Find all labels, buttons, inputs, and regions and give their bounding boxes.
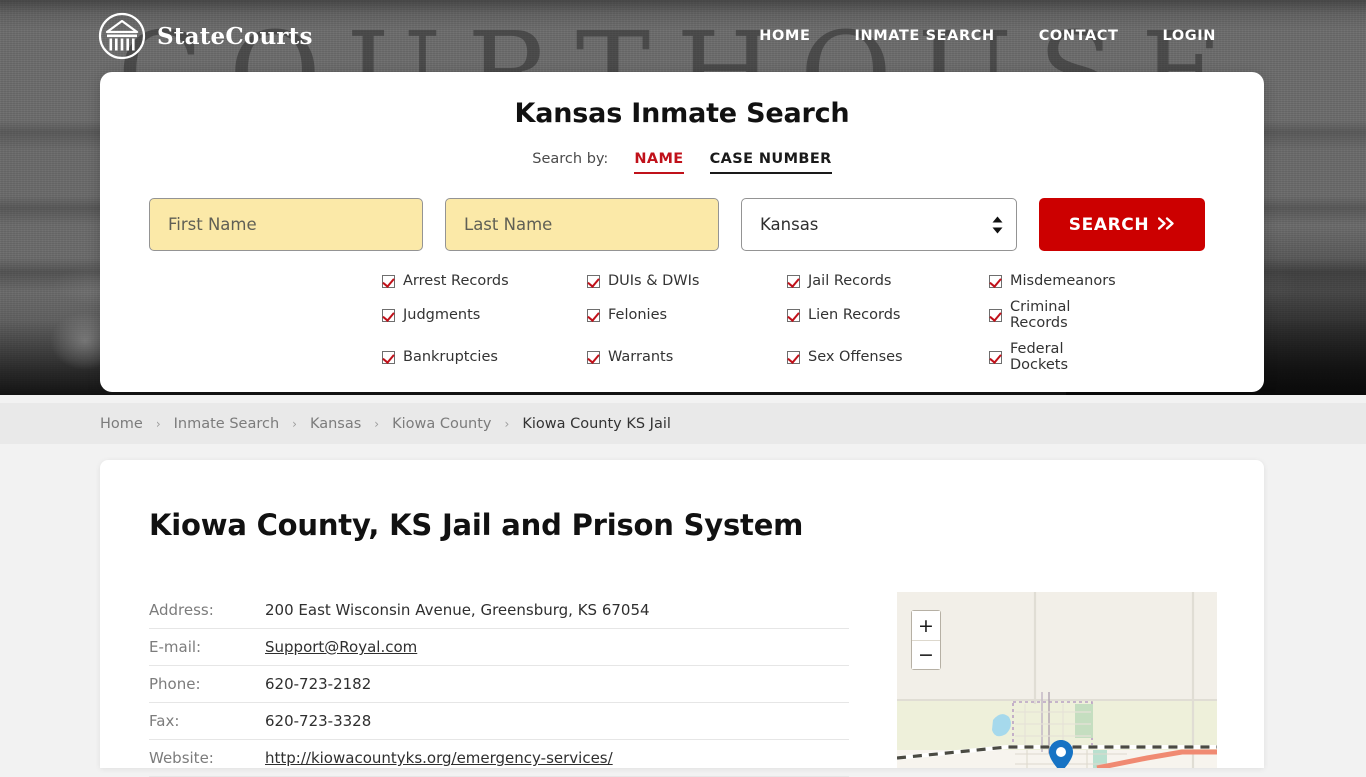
checkbox-checked-icon: [989, 308, 1002, 322]
nav-item-contact[interactable]: CONTACT: [1039, 28, 1119, 44]
info-value-phone: 620-723-2182: [265, 665, 849, 703]
site-header-hero: COURTHOUSE StateCourts HOME INMATE S: [0, 0, 1366, 395]
last-name-input[interactable]: [445, 198, 719, 251]
minus-icon[interactable]: −: [912, 640, 940, 669]
chevron-right-icon: ›: [374, 416, 380, 431]
info-key: E-mail:: [149, 628, 265, 666]
record-type-item[interactable]: Criminal Records: [989, 299, 1116, 331]
email-link[interactable]: Support@Royal.com: [265, 638, 417, 656]
tab-name[interactable]: NAME: [634, 151, 684, 174]
chevron-right-icon: ›: [155, 416, 161, 431]
facility-info-table: Address: 200 East Wisconsin Avenue, Gree…: [149, 592, 849, 777]
table-row: Website: http://kiowacountyks.org/emerge…: [149, 739, 849, 777]
map-zoom-controls: + −: [911, 610, 941, 670]
main-nav: HOME INMATE SEARCH CONTACT LOGIN: [759, 28, 1216, 44]
record-type-label: Felonies: [608, 307, 668, 323]
checkbox-checked-icon: [382, 274, 395, 288]
record-type-item[interactable]: Sex Offenses: [787, 341, 989, 373]
search-button[interactable]: SEARCH: [1039, 198, 1205, 251]
checkbox-checked-icon: [382, 350, 395, 364]
checkbox-checked-icon: [587, 274, 600, 288]
record-type-label: Warrants: [608, 349, 674, 365]
record-type-item[interactable]: Lien Records: [787, 299, 989, 331]
info-value-website: http://kiowacountyks.org/emergency-servi…: [265, 739, 849, 777]
website-link[interactable]: http://kiowacountyks.org/emergency-servi…: [265, 749, 613, 767]
checkbox-checked-icon: [787, 274, 800, 288]
double-chevron-right-icon: [1158, 215, 1175, 235]
record-type-item[interactable]: Arrest Records: [382, 273, 587, 289]
record-type-item[interactable]: DUIs & DWIs: [587, 273, 787, 289]
info-value-email: Support@Royal.com: [265, 628, 849, 666]
record-type-item[interactable]: Bankruptcies: [382, 341, 587, 373]
record-type-label: Bankruptcies: [403, 349, 498, 365]
record-type-item[interactable]: Jail Records: [787, 273, 989, 289]
table-row: E-mail: Support@Royal.com: [149, 628, 849, 666]
record-type-label: Arrest Records: [403, 273, 509, 289]
breadcrumb-item-kiowa-county[interactable]: Kiowa County: [392, 416, 491, 432]
page-title: Kiowa County, KS Jail and Prison System: [149, 508, 804, 542]
table-row: Fax: 620-723-3328: [149, 702, 849, 740]
search-panel-title: Kansas Inmate Search: [514, 98, 850, 129]
chevron-right-icon: ›: [504, 416, 510, 431]
record-type-item[interactable]: Misdemeanors: [989, 273, 1116, 289]
record-type-label: DUIs & DWIs: [608, 273, 700, 289]
brand-logo[interactable]: StateCourts: [98, 12, 313, 60]
search-button-label: SEARCH: [1068, 214, 1150, 235]
record-types-list: Arrest Records DUIs & DWIs Jail Records …: [100, 273, 1264, 373]
checkbox-checked-icon: [787, 308, 800, 322]
checkbox-checked-icon: [587, 350, 600, 364]
table-row: Address: 200 East Wisconsin Avenue, Gree…: [149, 592, 849, 629]
search-by-tabs: Search by: NAME CASE NUMBER: [100, 151, 1264, 174]
record-type-label: Misdemeanors: [1010, 273, 1116, 289]
search-by-label: Search by:: [532, 151, 609, 167]
state-select-wrapper: Kansas: [741, 198, 1017, 251]
info-key: Fax:: [149, 702, 265, 740]
breadcrumb-item-kansas[interactable]: Kansas: [310, 416, 361, 432]
record-type-item[interactable]: Warrants: [587, 341, 787, 373]
checkbox-checked-icon: [989, 274, 1002, 288]
nav-item-home[interactable]: HOME: [759, 28, 810, 44]
location-pin-icon[interactable]: [1049, 740, 1073, 768]
brand-name: StateCourts: [157, 22, 313, 50]
plus-icon[interactable]: +: [912, 611, 940, 640]
info-key: Address:: [149, 592, 265, 629]
breadcrumb-item-inmate-search[interactable]: Inmate Search: [174, 416, 280, 432]
checkbox-checked-icon: [382, 308, 395, 322]
breadcrumb: Home › Inmate Search › Kansas › Kiowa Co…: [0, 403, 1366, 444]
courthouse-circle-icon: [98, 12, 146, 60]
info-key: Phone:: [149, 665, 265, 703]
record-type-label: Lien Records: [808, 307, 901, 323]
tab-case-number[interactable]: CASE NUMBER: [709, 151, 832, 174]
record-type-label: Federal Dockets: [1010, 341, 1069, 373]
info-value-fax: 620-723-3328: [265, 702, 849, 740]
first-name-input[interactable]: [149, 198, 423, 251]
record-type-item[interactable]: Felonies: [587, 299, 787, 331]
record-type-label: Sex Offenses: [808, 349, 903, 365]
breadcrumb-item-home[interactable]: Home: [100, 416, 143, 432]
chevron-right-icon: ›: [292, 416, 297, 431]
record-type-label: Criminal Records: [1010, 299, 1071, 331]
top-navigation-bar: StateCourts HOME INMATE SEARCH CONTACT L…: [0, 0, 1366, 72]
nav-item-inmate-search[interactable]: INMATE SEARCH: [854, 28, 994, 44]
breadcrumb-item-current: Kiowa County KS Jail: [522, 415, 671, 432]
table-row: Phone: 620-723-2182: [149, 665, 849, 703]
info-value-address: 200 East Wisconsin Avenue, Greensburg, K…: [265, 592, 849, 629]
info-key: Website:: [149, 739, 265, 777]
search-form: Kansas SEARCH: [100, 198, 1264, 251]
record-type-label: Judgments: [403, 307, 481, 323]
record-type-item[interactable]: Judgments: [382, 299, 587, 331]
checkbox-checked-icon: [587, 308, 600, 322]
location-map[interactable]: + −: [897, 592, 1217, 768]
nav-item-login[interactable]: LOGIN: [1163, 28, 1216, 44]
inmate-search-panel: Kansas Inmate Search Search by: NAME CAS…: [100, 72, 1264, 392]
checkbox-checked-icon: [989, 350, 1002, 364]
state-select[interactable]: Kansas: [741, 198, 1017, 251]
record-type-item[interactable]: Federal Dockets: [989, 341, 1116, 373]
record-type-label: Jail Records: [808, 273, 892, 289]
checkbox-checked-icon: [787, 350, 800, 364]
